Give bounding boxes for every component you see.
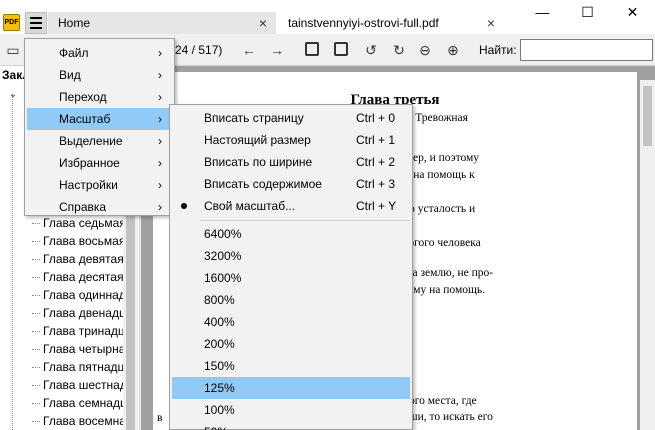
rotate-left-icon[interactable]: ↺: [362, 41, 380, 59]
menu-separator: [200, 220, 410, 221]
zoom-command-label: Вписать страницу: [204, 111, 304, 125]
zoom-command-item[interactable]: Вписать по ширине Ctrl + 2: [172, 151, 410, 173]
zoom-command-label: Вписать по ширине: [204, 155, 313, 169]
main-menu: Файл › Вид › Переход › Масштаб › Выделение › Избра…: [24, 38, 175, 216]
folder-icon[interactable]: ▭: [4, 41, 22, 59]
chevron-right-icon: ›: [158, 46, 162, 60]
minimize-button[interactable]: —: [520, 0, 565, 26]
zoom-level-item[interactable]: 150%: [172, 355, 410, 377]
hamburger-menu-button[interactable]: [25, 12, 47, 34]
menu-item[interactable]: Масштаб ›: [27, 108, 172, 130]
zoom-out-icon[interactable]: ⊖: [416, 41, 434, 59]
document-scrollbar[interactable]: [640, 80, 655, 430]
shortcut-label: Ctrl + 2: [356, 155, 396, 169]
menu-item-label: Настройки: [59, 178, 118, 192]
zoom-level-item[interactable]: 100%: [172, 399, 410, 421]
zoom-command-item[interactable]: Настоящий размер Ctrl + 1: [172, 129, 410, 151]
menu-item-label: Переход: [59, 90, 107, 104]
bookmark-item[interactable]: Глава восемнадцатая: [43, 412, 135, 430]
zoom-command-label: Вписать содержимое: [204, 177, 322, 191]
zoom-level-item[interactable]: 400%: [172, 311, 410, 333]
actual-size-icon[interactable]: [334, 42, 348, 56]
chevron-right-icon: ›: [158, 68, 162, 82]
menu-item-label: Вид: [59, 68, 81, 82]
zoom-command-label: Свой масштаб...: [204, 199, 296, 213]
tab-home[interactable]: Home ×: [48, 12, 276, 34]
zoom-level-item[interactable]: 3200%: [172, 245, 410, 267]
tab-document[interactable]: tainstvennyiyi-ostrovi-full.pdf ×: [278, 12, 518, 34]
page-count: 24 / 517): [175, 43, 223, 57]
find-label: Найти:: [479, 43, 517, 57]
tab-label: Home: [58, 16, 91, 30]
menu-item-label: Файл: [59, 46, 89, 60]
zoom-submenu: Вписать страницу Ctrl + 0 Настоящий размер…: [169, 104, 413, 430]
title-bar: PDF Home × tainstvennyiyi-ostrovi-full.p…: [0, 0, 655, 34]
tab-label: tainstvennyiyi-ostrovi-full.pdf: [288, 16, 439, 30]
menu-item[interactable]: Избранное ›: [27, 152, 172, 174]
app-logo-icon: PDF: [3, 14, 20, 31]
bookmark-item[interactable]: Глава шестнадцатая: [43, 376, 135, 394]
menu-item[interactable]: Настройки ›: [27, 174, 172, 196]
zoom-level-item[interactable]: 800%: [172, 289, 410, 311]
close-button[interactable]: ✕: [610, 0, 655, 26]
bookmark-item[interactable]: Глава тринадцатая: [43, 322, 135, 340]
chevron-right-icon: ›: [158, 112, 162, 126]
zoom-command-item[interactable]: Свой масштаб... Ctrl + Y: [172, 195, 410, 217]
bookmark-item[interactable]: Глава десятая: [43, 268, 135, 286]
zoom-in-icon[interactable]: ⊕: [444, 41, 462, 59]
shortcut-label: Ctrl + 3: [356, 177, 396, 191]
bookmark-item[interactable]: Глава четырнадцатая: [43, 340, 135, 358]
menu-item[interactable]: Выделение ›: [27, 130, 172, 152]
tab-close-icon[interactable]: ×: [256, 12, 270, 34]
chevron-right-icon: ›: [158, 200, 162, 214]
chevron-right-icon: ›: [158, 90, 162, 104]
tab-close-icon[interactable]: ×: [484, 12, 498, 34]
rotate-right-icon[interactable]: ↻: [390, 41, 408, 59]
zoom-command-item[interactable]: Вписать содержимое Ctrl + 3: [172, 173, 410, 195]
shortcut-label: Ctrl + Y: [356, 199, 397, 213]
bookmark-item[interactable]: Глава семнадцатая: [43, 394, 135, 412]
shortcut-label: Ctrl + 0: [356, 111, 396, 125]
menu-item-label: Избранное: [59, 156, 120, 170]
bookmark-item[interactable]: Глава восьмая: [43, 232, 135, 250]
arrow-right-icon[interactable]: →: [268, 41, 286, 59]
menu-item-label: Выделение: [59, 134, 123, 148]
bookmark-item[interactable]: Глава девятая: [43, 250, 135, 268]
document-text-fragment: в: [157, 412, 163, 424]
fit-page-icon[interactable]: [305, 42, 319, 56]
chevron-down-icon[interactable]: ⌄: [4, 86, 22, 104]
menu-item[interactable]: Переход ›: [27, 86, 172, 108]
shortcut-label: Ctrl + 1: [356, 133, 396, 147]
chevron-right-icon: ›: [158, 134, 162, 148]
chevron-right-icon: ›: [158, 178, 162, 192]
zoom-level-item[interactable]: 1600%: [172, 267, 410, 289]
bookmark-item[interactable]: Глава пятнадцатая: [43, 358, 135, 376]
radio-dot-icon: [181, 203, 187, 209]
zoom-command-label: Настоящий размер: [204, 133, 311, 147]
menu-item-label: Масштаб: [59, 112, 111, 126]
zoom-command-item[interactable]: Вписать страницу Ctrl + 0: [172, 107, 410, 129]
bookmark-item[interactable]: Глава одиннадцатая: [43, 286, 135, 304]
menu-item[interactable]: Справка ›: [27, 196, 172, 218]
maximize-button[interactable]: ☐: [565, 0, 610, 26]
chevron-right-icon: ›: [158, 156, 162, 170]
menu-item[interactable]: Вид ›: [27, 64, 172, 86]
find-input[interactable]: [520, 39, 653, 61]
zoom-level-item[interactable]: 6400%: [172, 223, 410, 245]
zoom-level-item[interactable]: 200%: [172, 333, 410, 355]
zoom-level-item[interactable]: 50%: [172, 421, 410, 430]
menu-item-label: Справка: [59, 200, 107, 214]
arrow-left-icon[interactable]: ←: [240, 41, 258, 59]
bookmark-item[interactable]: Глава двенадцатая: [43, 304, 135, 322]
zoom-level-item[interactable]: 125%: [172, 377, 410, 399]
menu-item[interactable]: Файл ›: [27, 42, 172, 64]
